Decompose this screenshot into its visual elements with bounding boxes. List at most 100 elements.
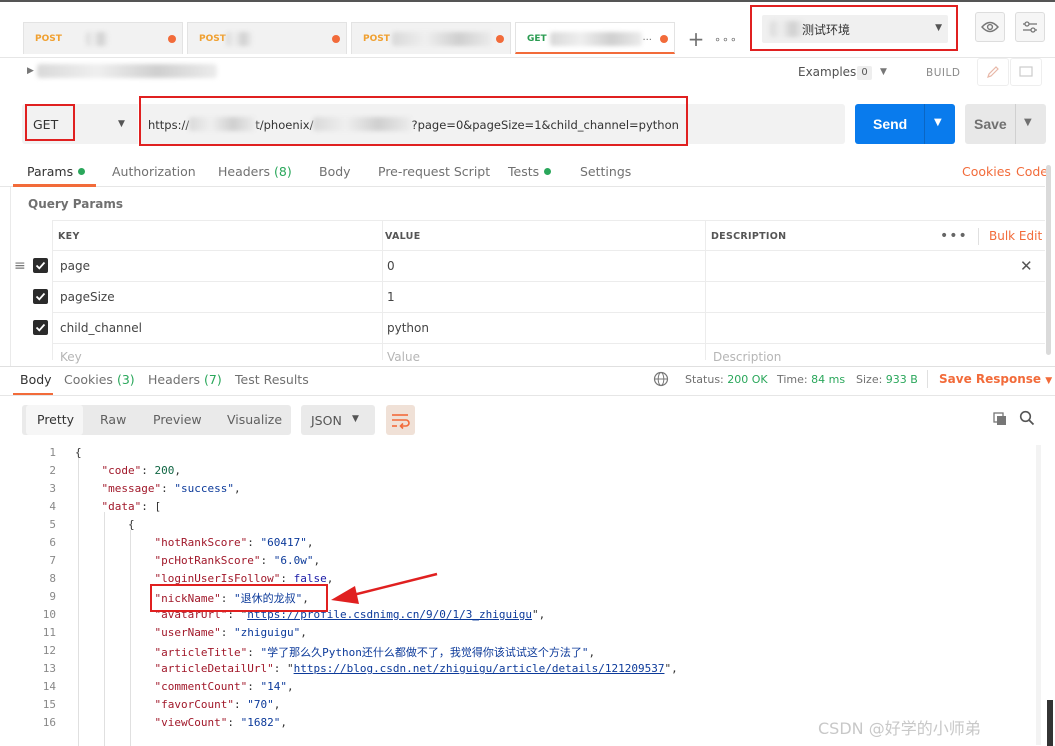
line-number: 14 — [42, 680, 56, 693]
tab-authorization[interactable]: Authorization — [112, 164, 196, 179]
code-token: https://blog.csdn.net/zhiguigu/article/d… — [293, 662, 665, 675]
status-readout: Status: 200 OK — [685, 373, 768, 386]
request-tab[interactable]: POST — [23, 22, 183, 54]
scrollbar-track[interactable] — [1036, 445, 1041, 745]
more-options-icon[interactable]: ••• — [940, 221, 968, 252]
code-line: "articleTitle": "学了那么久Python还什么都做不了，我觉得你… — [155, 644, 596, 660]
check-icon — [35, 323, 46, 332]
code-token: : — [247, 680, 261, 693]
more-tabs-icon[interactable]: ∘∘∘ — [712, 25, 740, 53]
save-label: Save — [974, 116, 1007, 132]
chevron-down-icon[interactable]: ▼ — [1024, 117, 1032, 128]
environment-select[interactable]: 测试环境 ▼ — [762, 15, 948, 43]
chevron-down-icon[interactable]: ▼ — [880, 67, 887, 77]
response-tab-cookies[interactable]: Cookies (3) — [64, 372, 135, 387]
code-link[interactable]: Code — [1016, 164, 1048, 179]
environment-highlight: 测试环境 ▼ — [750, 5, 958, 51]
param-value[interactable]: 1 — [387, 282, 395, 313]
tab-params[interactable]: Params — [27, 164, 86, 179]
code-token: "hotRankScore" — [154, 536, 248, 549]
divider — [0, 395, 1055, 396]
drag-handle-icon[interactable]: ≡ — [14, 251, 26, 282]
save-response-button[interactable]: Save Response ▼ — [939, 372, 1052, 386]
param-key[interactable]: child_channel — [60, 313, 142, 344]
expand-caret-icon[interactable]: ▶ — [27, 66, 34, 76]
send-button[interactable]: Send ▼ — [855, 104, 955, 144]
search-icon[interactable] — [1019, 410, 1035, 429]
cookies-link[interactable]: Cookies — [962, 164, 1011, 179]
code-token: : — [220, 626, 234, 639]
view-raw-button[interactable]: Raw — [100, 405, 126, 435]
view-pretty-button[interactable]: Pretty — [26, 405, 83, 435]
code-token: , — [313, 554, 321, 567]
param-value[interactable]: 0 — [387, 251, 395, 282]
tab-headers[interactable]: Headers (8) — [218, 164, 292, 179]
save-button[interactable]: Save ▼ — [965, 104, 1046, 144]
code-token: "viewCount" — [154, 716, 228, 729]
redacted-tab-title — [86, 32, 108, 46]
param-key[interactable]: pageSize — [60, 282, 115, 313]
new-tab-plus-icon[interactable]: + — [682, 25, 710, 53]
wrap-lines-button[interactable] — [386, 405, 415, 435]
divider — [52, 220, 53, 360]
row-checkbox[interactable] — [33, 289, 48, 304]
tab-settings[interactable]: Settings — [580, 164, 631, 179]
code-token: "pcHotRankScore" — [154, 554, 261, 567]
request-tab[interactable]: POST — [187, 22, 347, 54]
column-header-key: KEY — [58, 231, 80, 242]
edit-button[interactable] — [977, 58, 1009, 86]
code-token: "data" — [101, 500, 142, 513]
code-token: "success" — [174, 482, 234, 495]
comments-button[interactable] — [1010, 58, 1042, 86]
check-icon — [35, 261, 46, 270]
environment-name: 测试环境 — [802, 23, 851, 37]
code-token: : — [247, 536, 261, 549]
code-token: "articleDetailUrl" — [154, 662, 274, 675]
response-tab-test-results[interactable]: Test Results — [235, 372, 309, 387]
code-token: "60417" — [260, 536, 307, 549]
view-preview-button[interactable]: Preview — [153, 405, 202, 435]
response-tab-headers[interactable]: Headers (7) — [148, 372, 222, 387]
format-select[interactable]: JSON ▼ — [301, 405, 375, 435]
code-token: "70" — [247, 698, 274, 711]
globe-icon[interactable] — [653, 371, 669, 390]
line-number: 5 — [49, 518, 56, 531]
code-token: ", — [532, 608, 546, 621]
view-visualize-button[interactable]: Visualize — [227, 405, 282, 435]
bulk-edit-link[interactable]: Bulk Edit — [989, 221, 1042, 252]
build-label[interactable]: BUILD — [926, 67, 960, 79]
scrollbar[interactable] — [1047, 700, 1053, 746]
code-token: "message" — [101, 482, 162, 495]
tab-prerequest-script[interactable]: Pre-request Script — [378, 164, 490, 179]
request-tab[interactable]: POST — [351, 22, 511, 54]
response-tab-headers-label: Headers — [148, 372, 201, 387]
param-key[interactable]: page — [60, 251, 90, 282]
manage-environments-button[interactable] — [1015, 12, 1045, 42]
code-token: "14" — [260, 680, 287, 693]
tab-tests[interactable]: Tests — [508, 164, 552, 179]
divider — [978, 228, 979, 245]
status-label: Status: — [685, 373, 724, 386]
pencil-icon — [987, 66, 999, 78]
delete-row-icon[interactable]: ✕ — [1020, 251, 1033, 282]
row-checkbox[interactable] — [33, 320, 48, 335]
examples-label[interactable]: Examples — [798, 65, 856, 79]
code-token: "articleTitle" — [154, 646, 248, 659]
request-tab-active[interactable]: GET ... — [515, 22, 675, 54]
new-description-placeholder[interactable]: Description — [713, 344, 781, 364]
response-tab-body[interactable]: Body — [20, 372, 52, 387]
chevron-down-icon[interactable]: ▼ — [934, 117, 942, 128]
new-value-placeholder[interactable]: Value — [387, 344, 420, 364]
param-value[interactable]: python — [387, 313, 429, 344]
tab-method: POST — [199, 34, 226, 44]
scrollbar[interactable] — [1046, 165, 1051, 355]
copy-icon[interactable] — [992, 411, 1008, 430]
tab-body[interactable]: Body — [319, 164, 351, 179]
query-params-title: Query Params — [28, 197, 124, 211]
save-response-label: Save Response — [939, 372, 1042, 386]
new-key-placeholder[interactable]: Key — [60, 344, 82, 364]
method-highlight — [25, 104, 75, 141]
row-checkbox[interactable] — [33, 258, 48, 273]
environment-quick-look-button[interactable] — [975, 12, 1005, 42]
format-value: JSON — [311, 413, 342, 428]
